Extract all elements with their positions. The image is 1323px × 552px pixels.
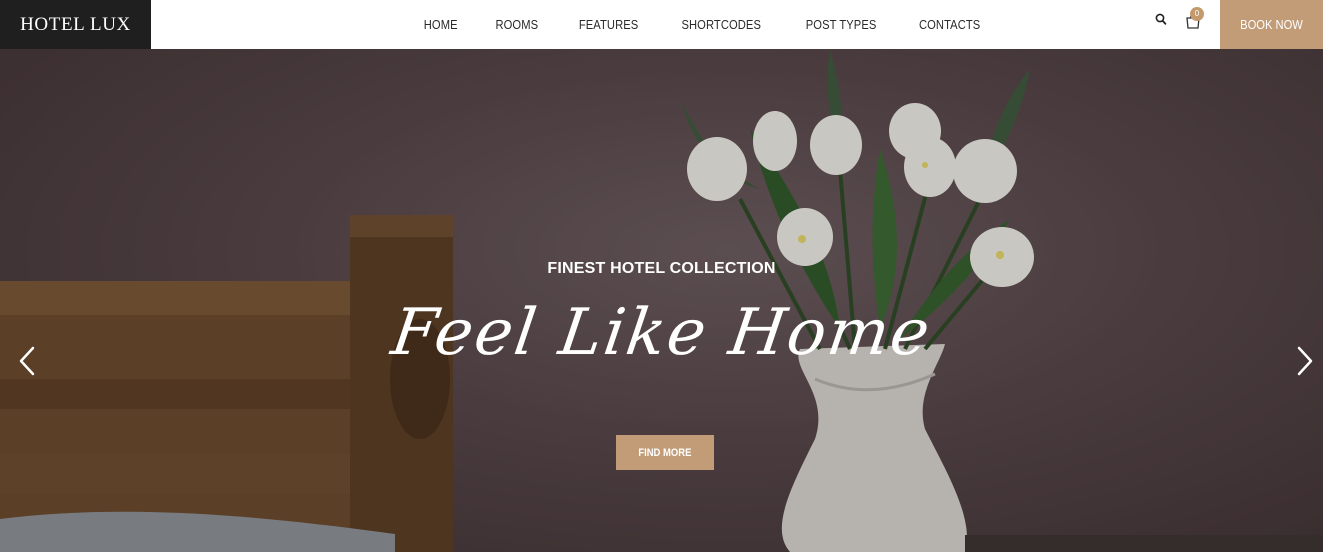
find-more-label: FIND MORE [638,446,692,459]
book-now-label: BOOK NOW [1240,17,1303,32]
book-now-button[interactable]: BOOK NOW [1220,0,1323,49]
nav-item-features[interactable]: FEATURES [579,17,639,32]
hero-title: Feel Like Home [387,296,936,370]
nav-item-rooms[interactable]: ROOMS [496,17,539,32]
hero-slider: FINEST HOTEL COLLECTION Feel Like Home F… [0,49,1323,552]
nav-item-contacts[interactable]: CONTACTS [919,17,980,32]
chevron-left-icon[interactable] [17,344,39,378]
chevron-right-icon[interactable] [1293,344,1315,378]
find-more-button[interactable]: FIND MORE [616,435,714,470]
main-nav: HOME ROOMS FEATURES SHORTCODES POST TYPE… [405,0,1001,49]
cart-count-badge: 0 [1190,7,1204,21]
nav-item-post-types[interactable]: POST TYPES [805,17,876,32]
nav-item-home[interactable]: HOME [424,17,458,32]
logo-text: HOTEL LUX [20,13,131,35]
hero-subtitle: FINEST HOTEL COLLECTION [547,260,776,277]
site-header: HOTEL LUX HOME ROOMS FEATURES SHORTCODES… [0,0,1323,49]
nav-item-shortcodes[interactable]: SHORTCODES [682,17,762,32]
logo[interactable]: HOTEL LUX [0,0,151,49]
search-icon[interactable] [1154,12,1168,28]
